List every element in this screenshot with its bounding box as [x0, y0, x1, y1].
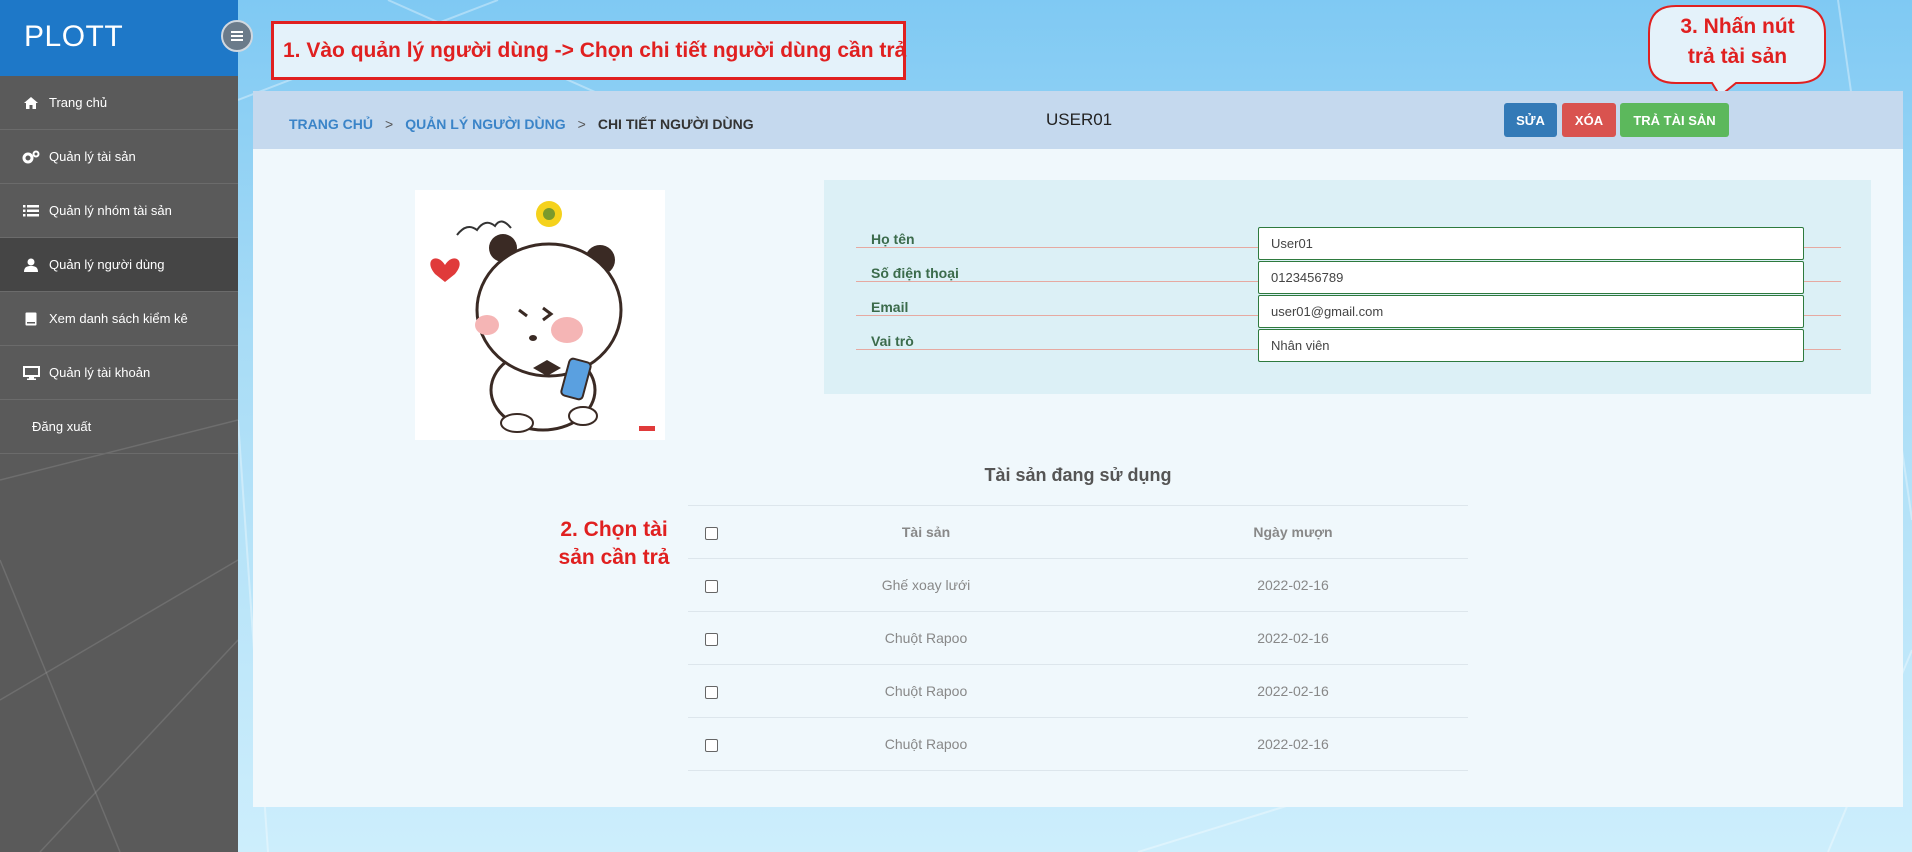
phone-field[interactable]: 0123456789 [1258, 261, 1804, 294]
sidebar-item-home[interactable]: Trang chủ [0, 76, 238, 130]
home-icon [22, 95, 40, 111]
row-checkbox[interactable] [704, 685, 718, 699]
date-cell: 2022-02-16 [1118, 558, 1468, 612]
main-panel: Họ tên User01 Số điện thoại 0123456789 E… [253, 149, 1903, 807]
row-checkbox[interactable] [704, 632, 718, 646]
asset-cell: Ghế xoay lưới [734, 558, 1118, 612]
sidebar-nav: Trang chủ Quản lý tài sản Quản lý nhóm t… [0, 76, 238, 454]
list-icon [22, 203, 40, 219]
sidebar: PLOTT Trang chủ Quản lý tài sản Quản lý … [0, 0, 238, 852]
asset-cell: Chuột Rapoo [734, 664, 1118, 718]
sidebar-item-label: Đăng xuất [32, 419, 92, 434]
sidebar-item-label: Trang chủ [49, 95, 108, 110]
table-row[interactable]: Ghế xoay lưới 2022-02-16 [688, 558, 1468, 612]
row-checkbox[interactable] [704, 738, 718, 752]
select-all-cell [688, 505, 734, 559]
annotation-step-1: 1. Vào quản lý người dùng -> Chọn chi ti… [271, 21, 906, 80]
role-label: Vai trò [871, 333, 914, 349]
info-row-role: Vai trò Nhân viên [856, 329, 1841, 362]
table-row[interactable]: Chuột Rapoo 2022-02-16 [688, 611, 1468, 665]
info-row-name: Họ tên User01 [856, 227, 1841, 260]
avatar [415, 190, 665, 440]
sidebar-item-accounts[interactable]: Quản lý tài khoản [0, 346, 238, 400]
phone-label: Số điện thoại [871, 265, 959, 281]
row-checkbox-cell [688, 611, 734, 665]
annotation-step-3: 3. Nhấn nút trả tài sản [1655, 12, 1820, 72]
sidebar-item-logout[interactable]: Đăng xuất [0, 400, 238, 454]
table-header-row: Tài sản Ngày mượn [688, 505, 1468, 559]
annotation-step-2-line-1: 2. Chọn tài [560, 518, 668, 541]
asset-cell: Chuột Rapoo [734, 717, 1118, 771]
book-icon [22, 311, 40, 327]
hamburger-icon [231, 35, 243, 37]
return-assets-button[interactable]: TRẢ TÀI SẢN [1620, 103, 1729, 137]
breadcrumb-separator: > [577, 116, 586, 132]
page-title: USER01 [1046, 110, 1113, 129]
info-row-email: Email user01@gmail.com [856, 295, 1841, 328]
sidebar-item-label: Xem danh sách kiểm kê [49, 311, 188, 326]
email-field[interactable]: user01@gmail.com [1258, 295, 1804, 328]
date-cell: 2022-02-16 [1118, 611, 1468, 665]
sidebar-item-label: Quản lý nhóm tài sản [49, 203, 172, 218]
sidebar-item-users[interactable]: Quản lý người dùng [0, 238, 238, 292]
date-cell: 2022-02-16 [1118, 664, 1468, 718]
name-label: Họ tên [871, 231, 915, 247]
gears-icon [22, 149, 40, 165]
date-cell: 2022-02-16 [1118, 717, 1468, 771]
name-field[interactable]: User01 [1258, 227, 1804, 260]
brand-logo[interactable]: PLOTT [0, 0, 238, 76]
sidebar-item-inventory[interactable]: Xem danh sách kiểm kê [0, 292, 238, 346]
breadcrumb: TRANG CHỦ > QUẢN LÝ NGƯỜI DÙNG > CHI TIẾ… [289, 116, 754, 132]
row-checkbox-cell [688, 558, 734, 612]
user-info-panel: Họ tên User01 Số điện thoại 0123456789 E… [824, 180, 1871, 394]
assets-section-title: Tài sản đang sử dụng [984, 465, 1172, 485]
row-checkbox-cell [688, 664, 734, 718]
edit-button[interactable]: SỬA [1504, 103, 1557, 137]
asset-column-header: Tài sản [734, 505, 1118, 559]
delete-button[interactable]: XÓA [1562, 103, 1616, 137]
sidebar-item-label: Quản lý người dùng [49, 257, 165, 272]
sunflower-icon [536, 201, 562, 227]
breadcrumb-users[interactable]: QUẢN LÝ NGƯỜI DÙNG [405, 116, 565, 132]
sidebar-item-asset-groups[interactable]: Quản lý nhóm tài sản [0, 184, 238, 238]
sidebar-item-assets[interactable]: Quản lý tài sản [0, 130, 238, 184]
sidebar-toggle-button[interactable] [221, 20, 253, 52]
row-checkbox-cell [688, 717, 734, 771]
date-column-header: Ngày mượn [1118, 505, 1468, 559]
user-icon [22, 257, 40, 273]
asset-cell: Chuột Rapoo [734, 611, 1118, 665]
select-all-checkbox[interactable] [704, 526, 718, 540]
annotation-step-2: 2. Chọn tài sản cần trả [556, 516, 672, 572]
breadcrumb-separator: > [385, 116, 394, 132]
breadcrumb-current: CHI TIẾT NGƯỜI DÙNG [597, 116, 754, 132]
panda-sticker-image [430, 201, 655, 433]
breadcrumb-home[interactable]: TRANG CHỦ [289, 116, 373, 132]
role-field[interactable]: Nhân viên [1258, 329, 1804, 362]
table-row[interactable]: Chuột Rapoo 2022-02-16 [688, 664, 1468, 718]
email-label: Email [871, 299, 909, 315]
page-header: TRANG CHỦ > QUẢN LÝ NGƯỜI DÙNG > CHI TIẾ… [253, 91, 1903, 149]
sidebar-item-label: Quản lý tài sản [49, 149, 136, 164]
annotation-step-2-line-2: sản cần trả [558, 546, 670, 569]
sidebar-item-label: Quản lý tài khoản [49, 365, 151, 380]
annotation-step-3-line-1: 3. Nhấn nút [1680, 15, 1795, 38]
desktop-icon [22, 365, 40, 381]
annotation-step-3-line-2: trả tài sản [1687, 45, 1788, 68]
row-checkbox[interactable] [704, 579, 718, 593]
info-row-phone: Số điện thoại 0123456789 [856, 261, 1841, 294]
table-row[interactable]: Chuột Rapoo 2022-02-16 [688, 717, 1468, 771]
assets-table: Tài sản Ngày mượn Ghế xoay lưới 2022-02-… [688, 505, 1468, 771]
